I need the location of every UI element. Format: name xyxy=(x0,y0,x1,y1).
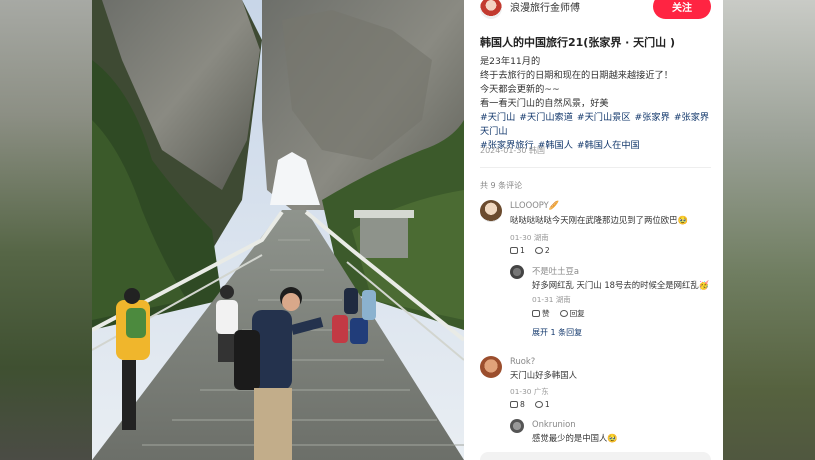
hashtag[interactable]: #张家界 xyxy=(635,112,670,123)
blurred-backdrop-left xyxy=(0,0,92,460)
expand-replies-link[interactable]: 展开 1 条回复 xyxy=(532,327,582,338)
chat-icon xyxy=(534,401,543,408)
commenter-avatar[interactable] xyxy=(510,419,524,433)
comment-text: 天门山好多韩国人 xyxy=(510,370,577,380)
reply-count: 1 xyxy=(544,400,550,409)
commenter-name[interactable]: Ruok? xyxy=(510,356,535,366)
heart-icon xyxy=(510,401,518,408)
reply-button[interactable]: 1 xyxy=(534,400,550,409)
commenter-name[interactable]: Onkrunion xyxy=(532,419,576,429)
chat-icon xyxy=(534,247,543,254)
comment-actions: 1 2 xyxy=(510,246,550,255)
comment-input-bar[interactable] xyxy=(480,452,711,460)
commenter-name[interactable]: LLOOOPY🥖 xyxy=(510,200,559,211)
hashtag[interactable]: #天门山景区 xyxy=(577,112,631,123)
commenter-avatar[interactable] xyxy=(480,356,502,378)
reply-label: 回复 xyxy=(569,309,585,318)
reply-button[interactable]: 2 xyxy=(534,246,550,255)
tianmen-mountain-photo xyxy=(92,0,464,460)
author-row: 浪漫旅行金师傅 关注 xyxy=(480,0,711,20)
hashtag[interactable]: #韩国人在中国 xyxy=(577,140,640,151)
comment-text: 感觉最少的是中国人🥹 xyxy=(532,433,618,443)
reply-avatar[interactable] xyxy=(510,265,524,279)
reply-like-button[interactable]: 赞 xyxy=(532,308,550,319)
hashtag[interactable]: #天门山索道 xyxy=(519,112,573,123)
reply-reply-button[interactable]: 回复 xyxy=(559,308,585,319)
heart-icon xyxy=(532,310,540,317)
like-button[interactable]: 1 xyxy=(510,246,525,255)
like-count: 8 xyxy=(520,400,525,409)
blurred-backdrop-right xyxy=(723,0,815,460)
comment-text: 哒哒哒哒哒今天刚在武隆那边见到了两位欧巴🥹 xyxy=(510,215,688,225)
comment-item: LLOOOPY🥖 哒哒哒哒哒今天刚在武隆那边见到了两位欧巴🥹 01-30 湖南 … xyxy=(480,200,711,337)
comment-actions: 8 1 xyxy=(510,400,550,409)
reply-meta: 01-31 湖南 xyxy=(532,295,571,304)
reply-name[interactable]: 不是吐土豆a xyxy=(532,265,579,277)
like-count: 1 xyxy=(520,246,525,255)
post-body: 是23年11月的 终于去旅行的日期和现在的日期越来越接近了！ 今天都会更新的~~… xyxy=(480,55,712,153)
post-date: 2024-01-30 韩国 xyxy=(480,146,546,155)
divider xyxy=(480,167,711,168)
reply-count: 2 xyxy=(544,246,550,255)
chat-icon xyxy=(559,310,568,317)
body-line: 今天都会更新的~~ xyxy=(480,84,560,95)
post-photo[interactable] xyxy=(92,0,464,460)
comment-meta: 01-30 广东 xyxy=(510,387,549,396)
comment-meta: 01-30 湖南 xyxy=(510,233,549,242)
hashtag[interactable]: #天门山 xyxy=(480,112,515,123)
comment-count: 共 9 条评论 xyxy=(480,181,523,190)
commenter-avatar[interactable] xyxy=(480,200,502,222)
body-line: 看一看天门山的自然风景，好美 xyxy=(480,98,609,109)
follow-button[interactable]: 关注 xyxy=(653,0,711,19)
like-label: 赞 xyxy=(542,309,550,318)
post-panel: 浪漫旅行金师傅 关注 韩国人的中国旅行21(张家界 · 天门山 ) 是23年11… xyxy=(464,0,723,460)
author-avatar[interactable] xyxy=(480,0,502,19)
body-line: 是23年11月的 xyxy=(480,56,541,67)
body-line: 终于去旅行的日期和现在的日期越来越接近了！ xyxy=(480,70,673,81)
comment-item: Ruok? 天门山好多韩国人 01-30 广东 8 1 xyxy=(480,356,711,416)
post-title: 韩国人的中国旅行21(张家界 · 天门山 ) xyxy=(480,36,676,49)
like-button[interactable]: 8 xyxy=(510,400,525,409)
heart-icon xyxy=(510,247,518,254)
reply-text: 好多网红乱 天门山 18号去的时候全是网红乱🥳 xyxy=(532,280,710,290)
reply-actions: 赞 回复 xyxy=(532,308,585,319)
author-name[interactable]: 浪漫旅行金师傅 xyxy=(510,0,580,14)
comment-item: Onkrunion 感觉最少的是中国人🥹 xyxy=(480,419,711,449)
